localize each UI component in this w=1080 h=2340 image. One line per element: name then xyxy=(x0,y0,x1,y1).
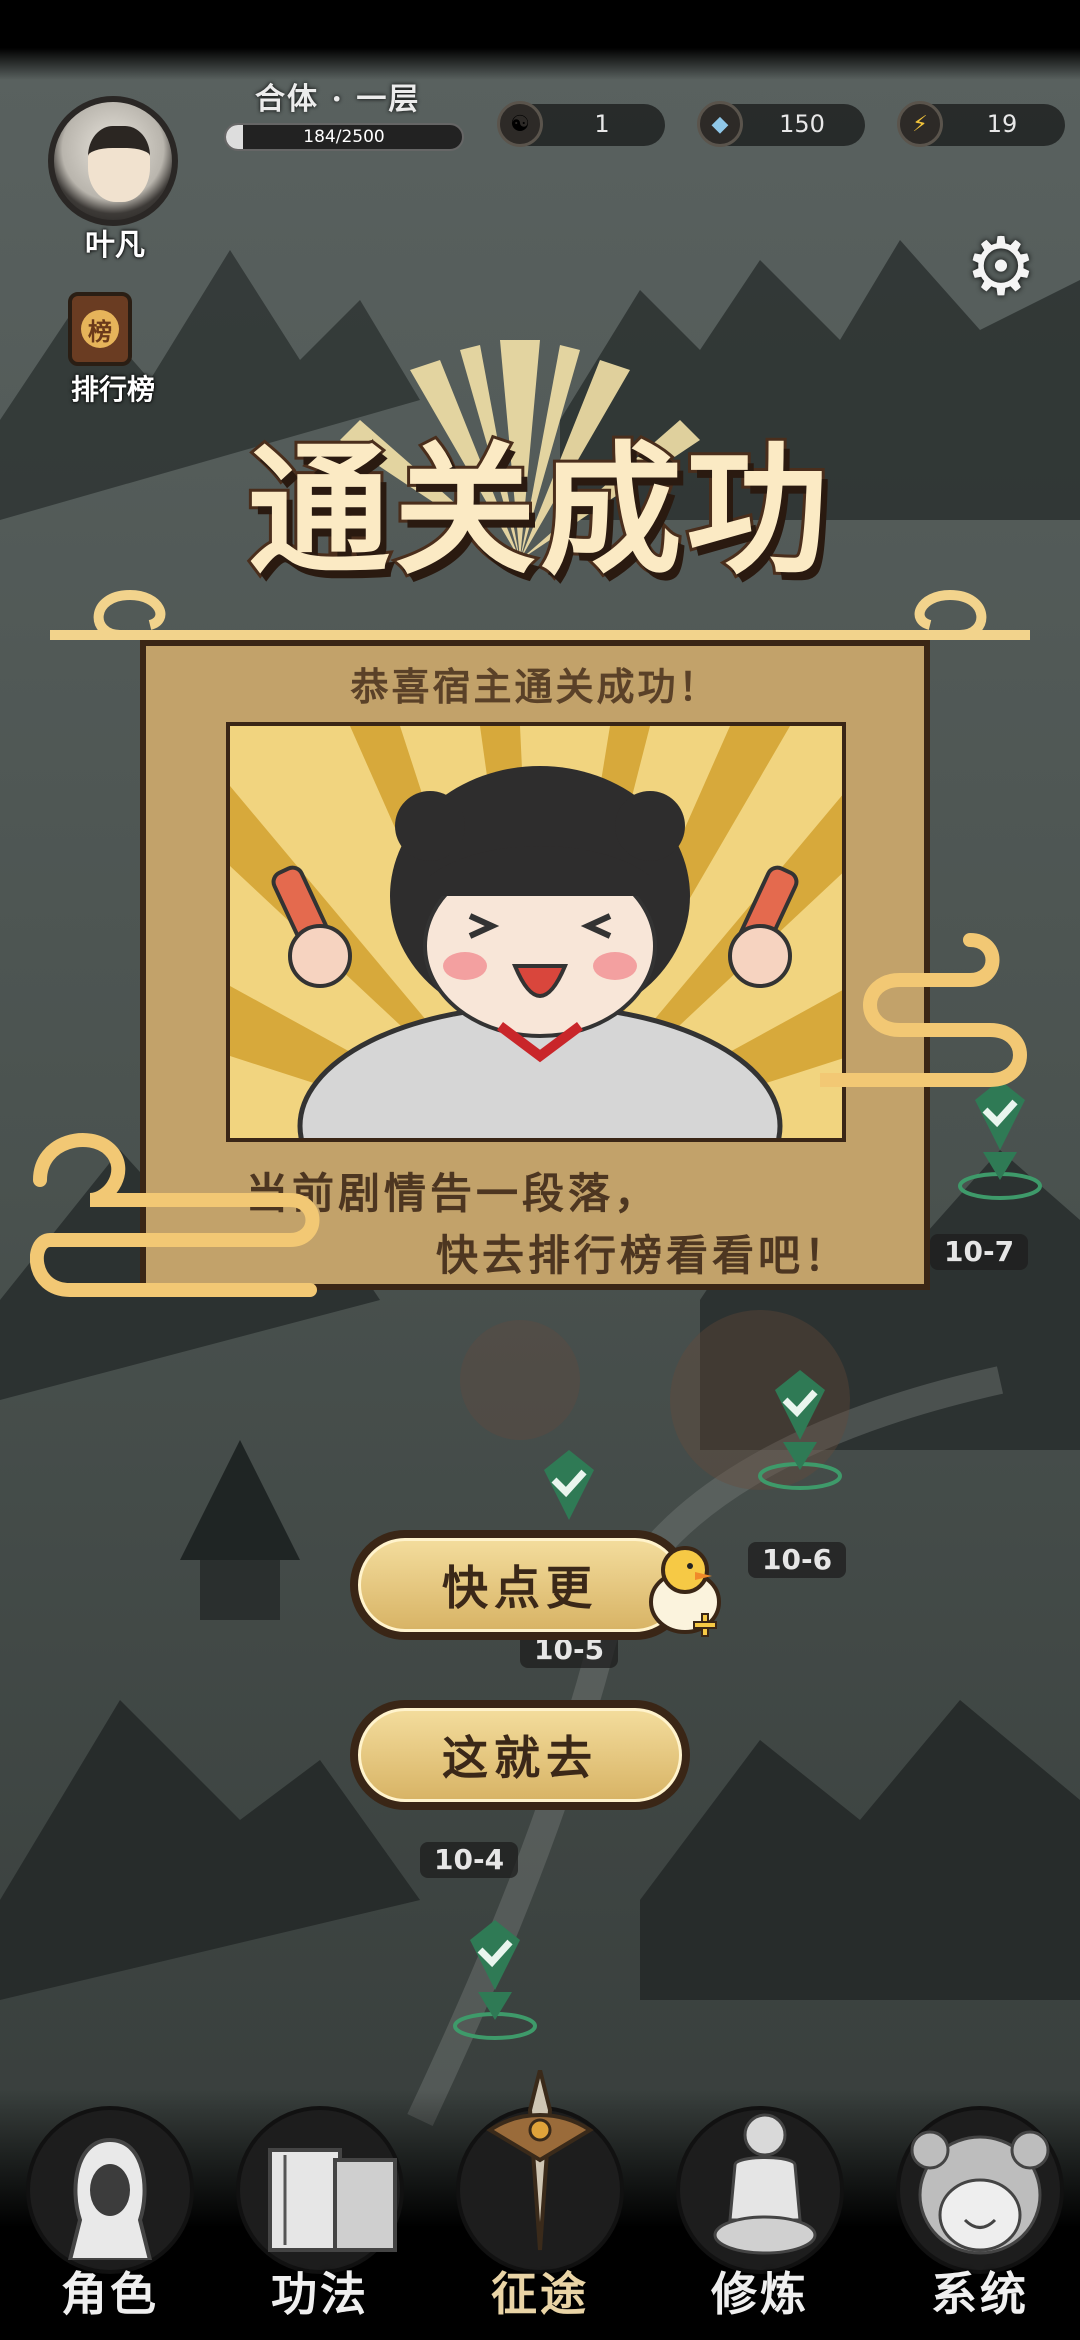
yin-yang-icon: ☯ xyxy=(497,101,543,147)
request-update-button[interactable]: 快点更 xyxy=(350,1530,690,1640)
player-name: 叶凡 xyxy=(85,228,145,263)
map-node-label[interactable]: 10-6 xyxy=(748,1542,847,1578)
avatar-portrait xyxy=(88,126,150,202)
lightning-icon: ⚡ xyxy=(897,101,943,147)
map-node-10-4[interactable] xyxy=(450,1920,540,2040)
leaderboard-button[interactable]: 榜 排行榜 xyxy=(58,292,168,412)
mascot-girl-icon xyxy=(910,2130,1050,2255)
hooded-figure-icon xyxy=(67,2137,153,2260)
resource-spirit-stone[interactable]: ◆ 150 xyxy=(697,101,865,147)
leaderboard-label: 排行榜 xyxy=(70,373,155,406)
dialog-message-line2: 快去排行榜看看吧！ xyxy=(436,1231,851,1280)
player-avatar-button[interactable]: 叶凡 xyxy=(40,88,190,263)
resource-value: 19 xyxy=(986,110,1018,138)
xp-progress-bar: 184/2500 xyxy=(224,123,464,151)
cloud-decoration-left xyxy=(30,1133,320,1297)
nav-tab-character[interactable]: 角色 xyxy=(10,2110,190,2330)
go-to-leaderboard-button[interactable]: 这就去 xyxy=(350,1700,690,1810)
leaderboard-icon: 榜 xyxy=(68,292,132,366)
celebration-illustration xyxy=(226,722,846,1142)
map-node-10-6[interactable] xyxy=(755,1370,845,1490)
meditating-figure-icon xyxy=(713,2113,817,2255)
nav-tab-techniques[interactable]: 功法 xyxy=(220,2110,400,2330)
cloud-decoration-right xyxy=(820,933,1027,1087)
nav-tab-cultivation[interactable]: 修炼 xyxy=(660,2110,840,2330)
spirit-stone-icon: ◆ xyxy=(697,101,743,147)
map-node-label[interactable]: 10-7 xyxy=(930,1234,1029,1270)
scripture-book-icon xyxy=(268,2148,397,2252)
nav-tab-journey[interactable]: 征途 xyxy=(440,2070,620,2330)
dialog-title: 通关成功 xyxy=(245,428,832,594)
dialog-subtitle: 恭喜宿主通关成功！ xyxy=(350,664,720,709)
duck-mascot-icon xyxy=(649,1546,721,1637)
nav-tab-system[interactable]: 系统 xyxy=(880,2110,1060,2330)
resource-value: 150 xyxy=(779,110,825,138)
status-bar xyxy=(0,0,1080,80)
gear-icon: ⚙ xyxy=(965,220,1037,313)
cultivation-realm: 合体 · 一层 xyxy=(255,82,421,117)
resource-energy[interactable]: ⚡ 19 xyxy=(897,101,1065,147)
resource-yin-yang[interactable]: ☯ 1 xyxy=(497,101,665,147)
resource-value: 1 xyxy=(594,110,610,138)
sword-crest-icon xyxy=(486,2070,594,2251)
settings-button[interactable]: ⚙ xyxy=(956,222,1046,312)
avatar xyxy=(48,96,178,226)
map-node-label[interactable]: 10-4 xyxy=(420,1842,519,1878)
xp-progress-text: 184/2500 xyxy=(303,127,385,147)
